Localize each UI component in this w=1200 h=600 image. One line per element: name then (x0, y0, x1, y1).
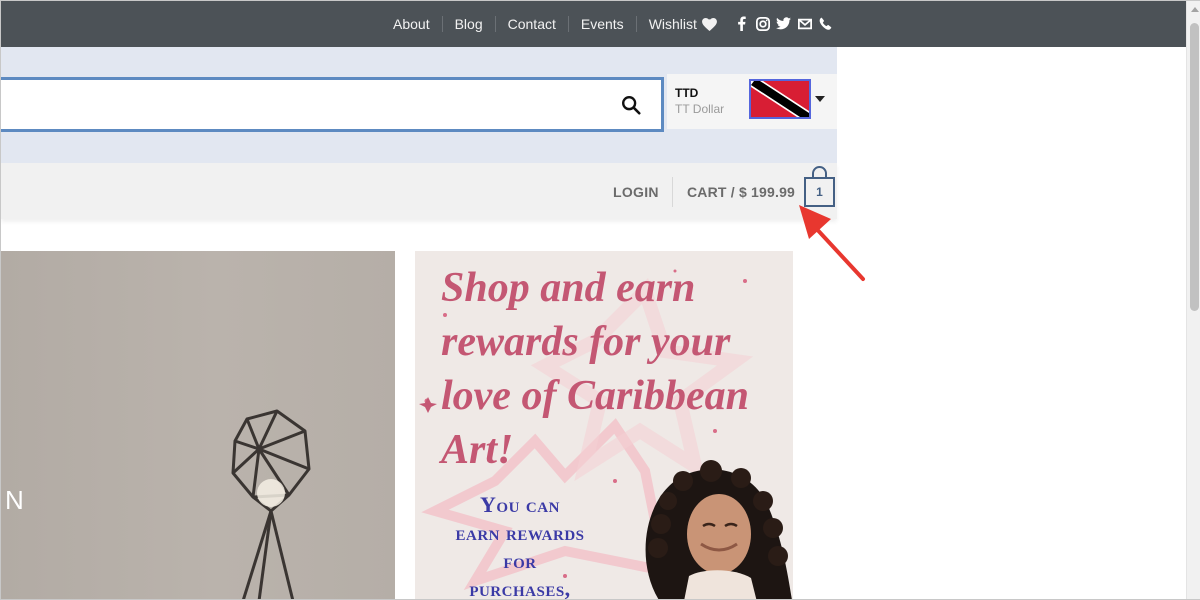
promo-subtext-line: earn rewards (455, 520, 585, 545)
scrollbar-thumb[interactable] (1190, 23, 1199, 311)
heart-icon (701, 17, 717, 31)
promo-headline-line: Shop and earn (441, 265, 696, 311)
promo-headline-line: rewards for your (441, 319, 731, 365)
scroll-up-arrow-icon[interactable] (1191, 7, 1199, 12)
email-icon[interactable] (797, 15, 812, 32)
promo-subtext-line: You can (480, 492, 560, 517)
currency-name: TT Dollar (675, 102, 725, 116)
promo-subtext: You can earn rewards for purchases, (415, 491, 625, 600)
currency-switcher[interactable]: TTD TT Dollar (667, 74, 837, 129)
social-icons (734, 15, 833, 32)
promo-subtext-line: for (503, 548, 537, 573)
search-box[interactable] (1, 77, 664, 132)
smiling-woman-image (645, 460, 792, 599)
wishlist-label: Wishlist (648, 16, 697, 32)
geometric-lamp-image (231, 409, 311, 599)
browser-page: About Blog Contact Events Wishlist TTD T… (0, 0, 1200, 600)
nav-contact-link[interactable]: Contact (494, 16, 568, 32)
nav-blog-link[interactable]: Blog (441, 16, 495, 32)
top-nav: About Blog Contact Events Wishlist (381, 1, 729, 47)
top-bar: About Blog Contact Events Wishlist (1, 1, 1186, 47)
search-icon[interactable] (620, 94, 644, 118)
nav-about-link[interactable]: About (381, 16, 442, 32)
rewards-promo-banner[interactable]: Shop and earn rewards for your love of C… (415, 251, 793, 600)
phone-icon[interactable] (818, 15, 833, 32)
promo-subtext-line: purchases, (469, 576, 571, 600)
nav-events-link[interactable]: Events (567, 16, 636, 32)
instagram-icon[interactable] (755, 15, 770, 32)
nav-divider (672, 177, 673, 207)
twitter-icon[interactable] (776, 15, 791, 32)
trinidad-and-tobago-flag-icon (749, 79, 811, 119)
login-link[interactable]: LOGIN (613, 184, 659, 200)
banner-text: N (5, 485, 24, 515)
promo-headline-line: love of Caribbean (441, 373, 749, 419)
page-scrollbar[interactable] (1186, 1, 1200, 599)
cart-link[interactable]: CART / $ 199.99 (687, 184, 795, 200)
left-banner[interactable]: N (1, 251, 395, 599)
annotation-arrow-icon (799, 205, 865, 281)
currency-code: TTD (675, 86, 699, 100)
promo-headline: Shop and earn rewards for your love of C… (441, 261, 791, 477)
chevron-down-icon[interactable] (815, 96, 825, 102)
search-input[interactable] (10, 90, 600, 120)
facebook-icon[interactable] (734, 15, 749, 32)
nav-wishlist-link[interactable]: Wishlist (635, 16, 729, 32)
